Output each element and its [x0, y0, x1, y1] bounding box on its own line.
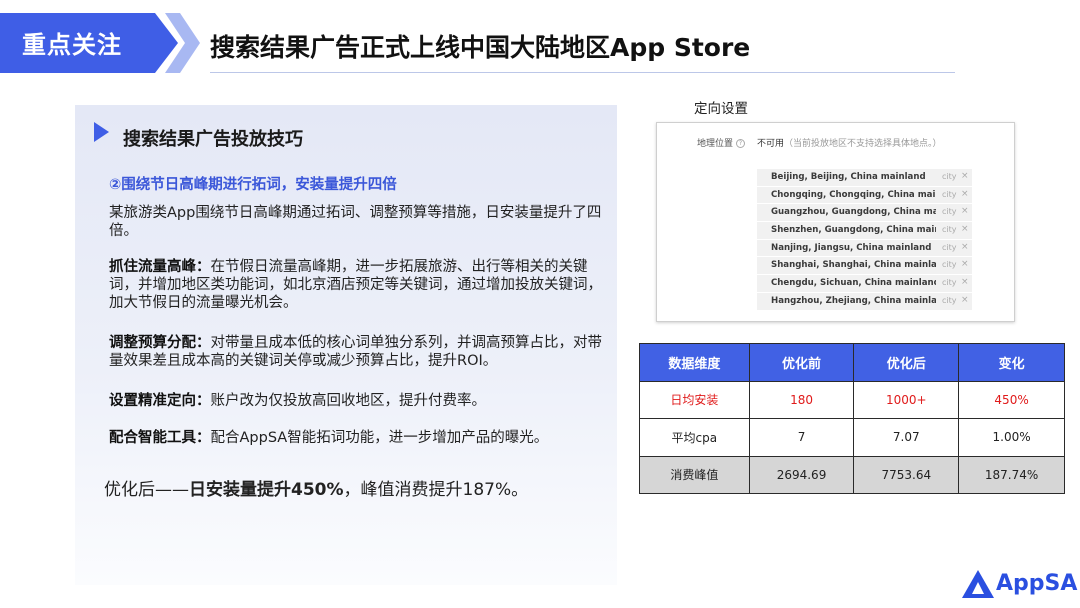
- tip-targeting: 设置精准定向：账户改为仅投放高回收地区，提升付费率。: [109, 392, 609, 410]
- table-header-cell: 数据维度: [639, 343, 750, 382]
- section-tag-label: 重点关注: [22, 31, 122, 59]
- close-icon[interactable]: ×: [961, 259, 969, 269]
- tip-traffic-peak: 抓住流量高峰：在节假日流量高峰期，进一步拓展旅游、出行等相关的关键词，并增加地区…: [109, 258, 609, 312]
- city-type-tag: city: [942, 295, 957, 305]
- tip-title: 设置精准定向：: [109, 393, 211, 409]
- city-name: Hangzhou, Zhejiang, China mainland: [771, 295, 936, 306]
- page-title: 搜索结果广告正式上线中国大陆地区App Store: [210, 33, 751, 62]
- table-cell: 1.00%: [958, 418, 1065, 457]
- tip-title: 抓住流量高峰：: [109, 259, 211, 275]
- table-cell: 180: [748, 380, 855, 419]
- city-chip: Shenzhen, Guangdong, China main... city ×: [757, 222, 972, 240]
- geo-targeting-box: 地理位置? 不可用（当前投放地区不支持选择具体地点。） Beijing, Bei…: [656, 122, 1015, 322]
- intro-text: 某旅游类App围绕节日高峰期通过拓词、调整预算等措施，日安装量提升了四倍。: [109, 205, 602, 239]
- table-row: 消费峰值 2694.69 7753.64 187.74%: [639, 455, 1065, 494]
- table-row: 平均cpa 7 7.07 1.00%: [639, 418, 1065, 457]
- table-header-row: 数据维度 优化前 优化后 变化: [639, 343, 1065, 382]
- table-header-cell: 优化前: [748, 343, 855, 382]
- geo-status-note: （当前投放地区不支持选择具体地点。）: [784, 139, 942, 149]
- targeting-label: 定向设置: [694, 101, 748, 117]
- geo-label: 地理位置?: [697, 136, 746, 149]
- city-type-tag: city: [942, 189, 957, 199]
- city-name: Shanghai, Shanghai, China mainland: [771, 260, 936, 271]
- city-type-tag: city: [942, 172, 957, 181]
- city-chip: Shanghai, Shanghai, China mainland city ×: [757, 257, 972, 276]
- panel-subheading: ②围绕节日高峰期进行拓词，安装量提升四倍: [109, 177, 397, 193]
- close-icon[interactable]: ×: [961, 189, 969, 199]
- tip-title: 调整预算分配：: [109, 335, 211, 351]
- geo-status-value: 不可用: [757, 139, 785, 149]
- tip-budget: 调整预算分配：对带量且成本低的核心词单独分系列，并调高预算占比，对带量效果差且成…: [109, 334, 609, 370]
- section-tag: 重点关注: [0, 13, 200, 73]
- table-cell: 187.74%: [958, 455, 1065, 494]
- city-type-tag: city: [942, 225, 957, 235]
- results-table: 数据维度 优化前 优化后 变化 日均安装 180 1000+ 450% 平均cp…: [639, 343, 1065, 494]
- table-cell: 7: [748, 418, 855, 457]
- tip-title: 配合智能工具：: [109, 430, 211, 446]
- geo-status: 不可用（当前投放地区不支持选择具体地点。）: [757, 136, 942, 149]
- result-highlight: 日安装量提升450%: [189, 480, 344, 500]
- city-name: Guangzhou, Guangdong, China mai...: [771, 207, 936, 218]
- city-type-tag: city: [942, 242, 957, 252]
- city-name: Beijing, Beijing, China mainland: [771, 172, 926, 182]
- tip-smart-tool: 配合智能工具：配合AppSA智能拓词功能，进一步增加产品的曝光。: [109, 429, 609, 447]
- tips-panel: 搜索结果广告投放技巧 ②围绕节日高峰期进行拓词，安装量提升四倍 某旅游类App围…: [75, 105, 617, 585]
- city-type-tag: city: [942, 260, 957, 270]
- city-name: Chengdu, Sichuan, China mainland: [771, 278, 936, 289]
- close-icon[interactable]: ×: [961, 224, 969, 234]
- city-chip: Chengdu, Sichuan, China mainland city ×: [757, 275, 972, 293]
- panel-heading: 搜索结果广告投放技巧: [123, 129, 303, 150]
- table-cell: 平均cpa: [639, 418, 750, 457]
- table-cell: 1000+: [853, 380, 960, 419]
- table-cell: 日均安装: [639, 380, 750, 419]
- table-cell: 2694.69: [748, 455, 855, 494]
- table-header-cell: 优化后: [853, 343, 960, 382]
- header-divider: [210, 72, 955, 73]
- city-name: Chongqing, Chongqing, China main...: [771, 189, 936, 200]
- city-chip: Beijing, Beijing, China mainland city ×: [757, 169, 972, 187]
- appsa-triangle-logo-icon: [962, 570, 994, 598]
- city-chip: Hangzhou, Zhejiang, China mainland city ×: [757, 292, 972, 311]
- city-type-tag: city: [942, 278, 957, 288]
- geo-label-text: 地理位置: [697, 139, 734, 149]
- result-prefix: 优化后——: [104, 480, 189, 500]
- tip-body: 账户改为仅投放高回收地区，提升付费率。: [210, 393, 487, 409]
- close-icon[interactable]: ×: [961, 171, 969, 181]
- logo-text: AppSA: [996, 571, 1078, 596]
- result-suffix: ，峰值消费提升187%。: [343, 480, 529, 500]
- city-chip: Nanjing, Jiangsu, China mainland city ×: [757, 239, 972, 258]
- city-type-tag: city: [942, 207, 957, 217]
- close-icon[interactable]: ×: [961, 206, 969, 216]
- city-name: Nanjing, Jiangsu, China mainland: [771, 242, 932, 253]
- table-row: 日均安装 180 1000+ 450%: [639, 380, 1065, 419]
- table-cell: 7.07: [853, 418, 960, 457]
- city-list: Beijing, Beijing, China mainland city × Cho…: [757, 169, 972, 311]
- result-summary: 优化后——日安装量提升450%，峰值消费提升187%。: [104, 475, 528, 500]
- table-cell: 450%: [958, 380, 1065, 419]
- question-circle-icon: ?: [736, 139, 746, 148]
- table-cell: 7753.64: [853, 455, 960, 494]
- city-chip: Guangzhou, Guangdong, China mai... city ×: [757, 204, 972, 223]
- city-name: Shenzhen, Guangdong, China main...: [771, 225, 936, 236]
- tip-body: 配合AppSA智能拓词功能，进一步增加产品的曝光。: [210, 430, 549, 446]
- close-icon[interactable]: ×: [961, 242, 969, 252]
- play-triangle-icon: [94, 122, 109, 142]
- table-header-cell: 变化: [958, 343, 1065, 382]
- city-chip: Chongqing, Chongqing, China main... city ×: [757, 186, 972, 205]
- close-icon[interactable]: ×: [961, 277, 969, 287]
- table-cell: 消费峰值: [639, 455, 750, 494]
- appsa-logo: AppSA: [962, 568, 1078, 600]
- close-icon[interactable]: ×: [961, 295, 969, 305]
